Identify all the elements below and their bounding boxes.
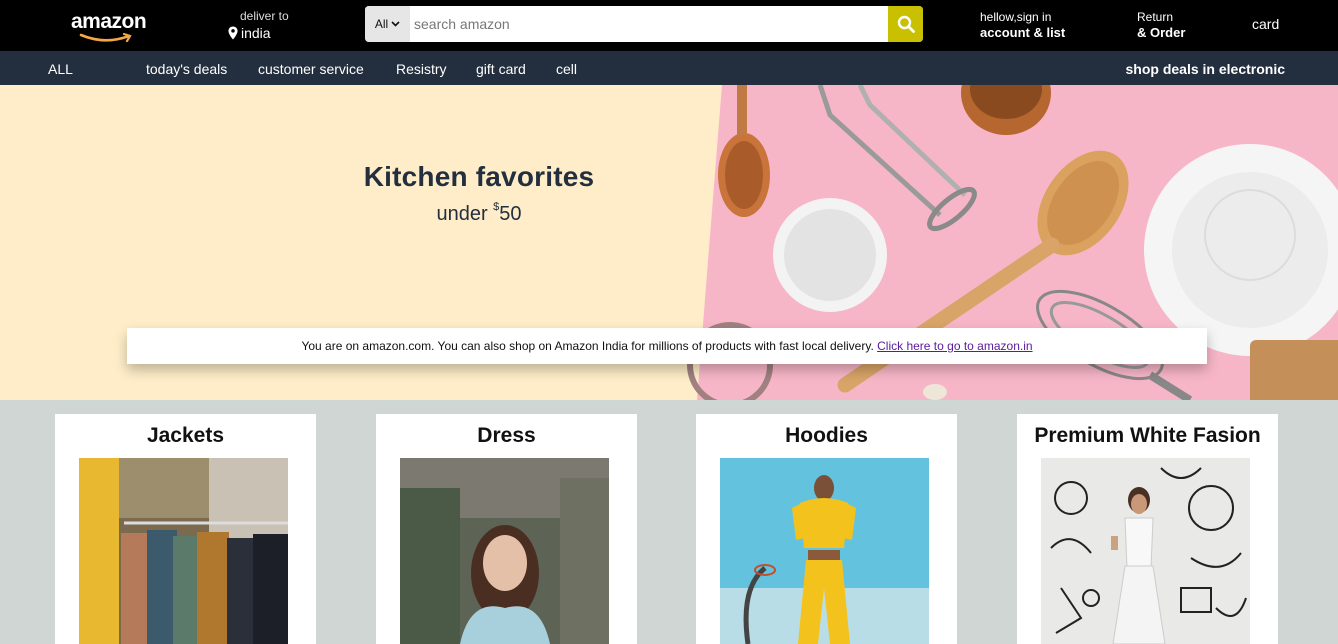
- search-button[interactable]: [888, 6, 923, 42]
- hero-title: Kitchen favorites: [363, 161, 595, 192]
- notice-link[interactable]: Click here to go to amazon.in: [877, 339, 1032, 353]
- category-card-jackets[interactable]: Jackets: [55, 414, 316, 644]
- card-title: Premium White Fasion: [1034, 424, 1261, 447]
- card-title: Dress: [477, 424, 536, 447]
- logo-smile-icon: [79, 32, 132, 43]
- nav-item-customer-service[interactable]: customer service: [258, 61, 364, 77]
- search-bar: All: [365, 6, 923, 42]
- nav-item-gift-card[interactable]: gift card: [476, 61, 526, 77]
- category-card-dress[interactable]: Dress: [376, 414, 637, 644]
- category-card-hoodies[interactable]: Hoodies: [696, 414, 957, 644]
- logo-text: amazon: [71, 10, 147, 33]
- account-greeting: hellow,sign in: [980, 10, 1052, 24]
- search-category-label: All: [374, 17, 389, 31]
- hero-price: 50: [499, 203, 522, 225]
- nav-bar: ALL today's deals customer service Resis…: [0, 51, 1338, 85]
- category-card-premium-white-fashion[interactable]: Premium White Fasion: [1017, 414, 1278, 644]
- notice-text: You are on amazon.com. You can also shop…: [301, 339, 878, 353]
- top-header: amazon deliver to india All search amazo…: [0, 0, 1338, 51]
- deliver-label: deliver to: [240, 9, 289, 23]
- amazon-logo[interactable]: amazon: [71, 10, 151, 43]
- search-category-select[interactable]: All: [365, 6, 410, 42]
- nav-item-cell[interactable]: cell: [556, 61, 577, 77]
- account-menu[interactable]: hellow,sign in account & list: [980, 9, 1065, 41]
- locale-notice: You are on amazon.com. You can also shop…: [127, 328, 1207, 364]
- jackets-image[interactable]: [79, 458, 288, 644]
- hero-subtitle-prefix: under: [436, 203, 494, 225]
- chevron-down-icon: [391, 21, 400, 27]
- search-icon: [897, 15, 915, 33]
- returns-orders[interactable]: Return & Order: [1137, 9, 1185, 41]
- account-list-label: account & list: [980, 25, 1066, 40]
- hero-subtitle: under $50: [0, 201, 958, 226]
- nav-item-all[interactable]: ALL: [48, 61, 73, 77]
- card-title: Hoodies: [785, 424, 868, 447]
- orders-label: & Order: [1137, 25, 1186, 40]
- dress-image[interactable]: [400, 458, 609, 644]
- returns-label: Return: [1137, 10, 1174, 24]
- nav-item-registry[interactable]: Resistry: [396, 61, 447, 77]
- nav-item-todays-deals[interactable]: today's deals: [146, 61, 227, 77]
- deliver-location: india: [227, 25, 271, 41]
- hero-currency: $: [493, 201, 500, 213]
- card-title: Jackets: [146, 424, 225, 447]
- cart-button[interactable]: card: [1252, 16, 1279, 32]
- search-input[interactable]: [410, 6, 888, 42]
- white-fashion-image[interactable]: [1041, 458, 1250, 644]
- location-pin-icon: [228, 26, 238, 40]
- hoodies-image[interactable]: [720, 458, 929, 644]
- deliver-location-text: india: [241, 25, 271, 41]
- nav-promo-electronics[interactable]: shop deals in electronic: [1126, 61, 1286, 77]
